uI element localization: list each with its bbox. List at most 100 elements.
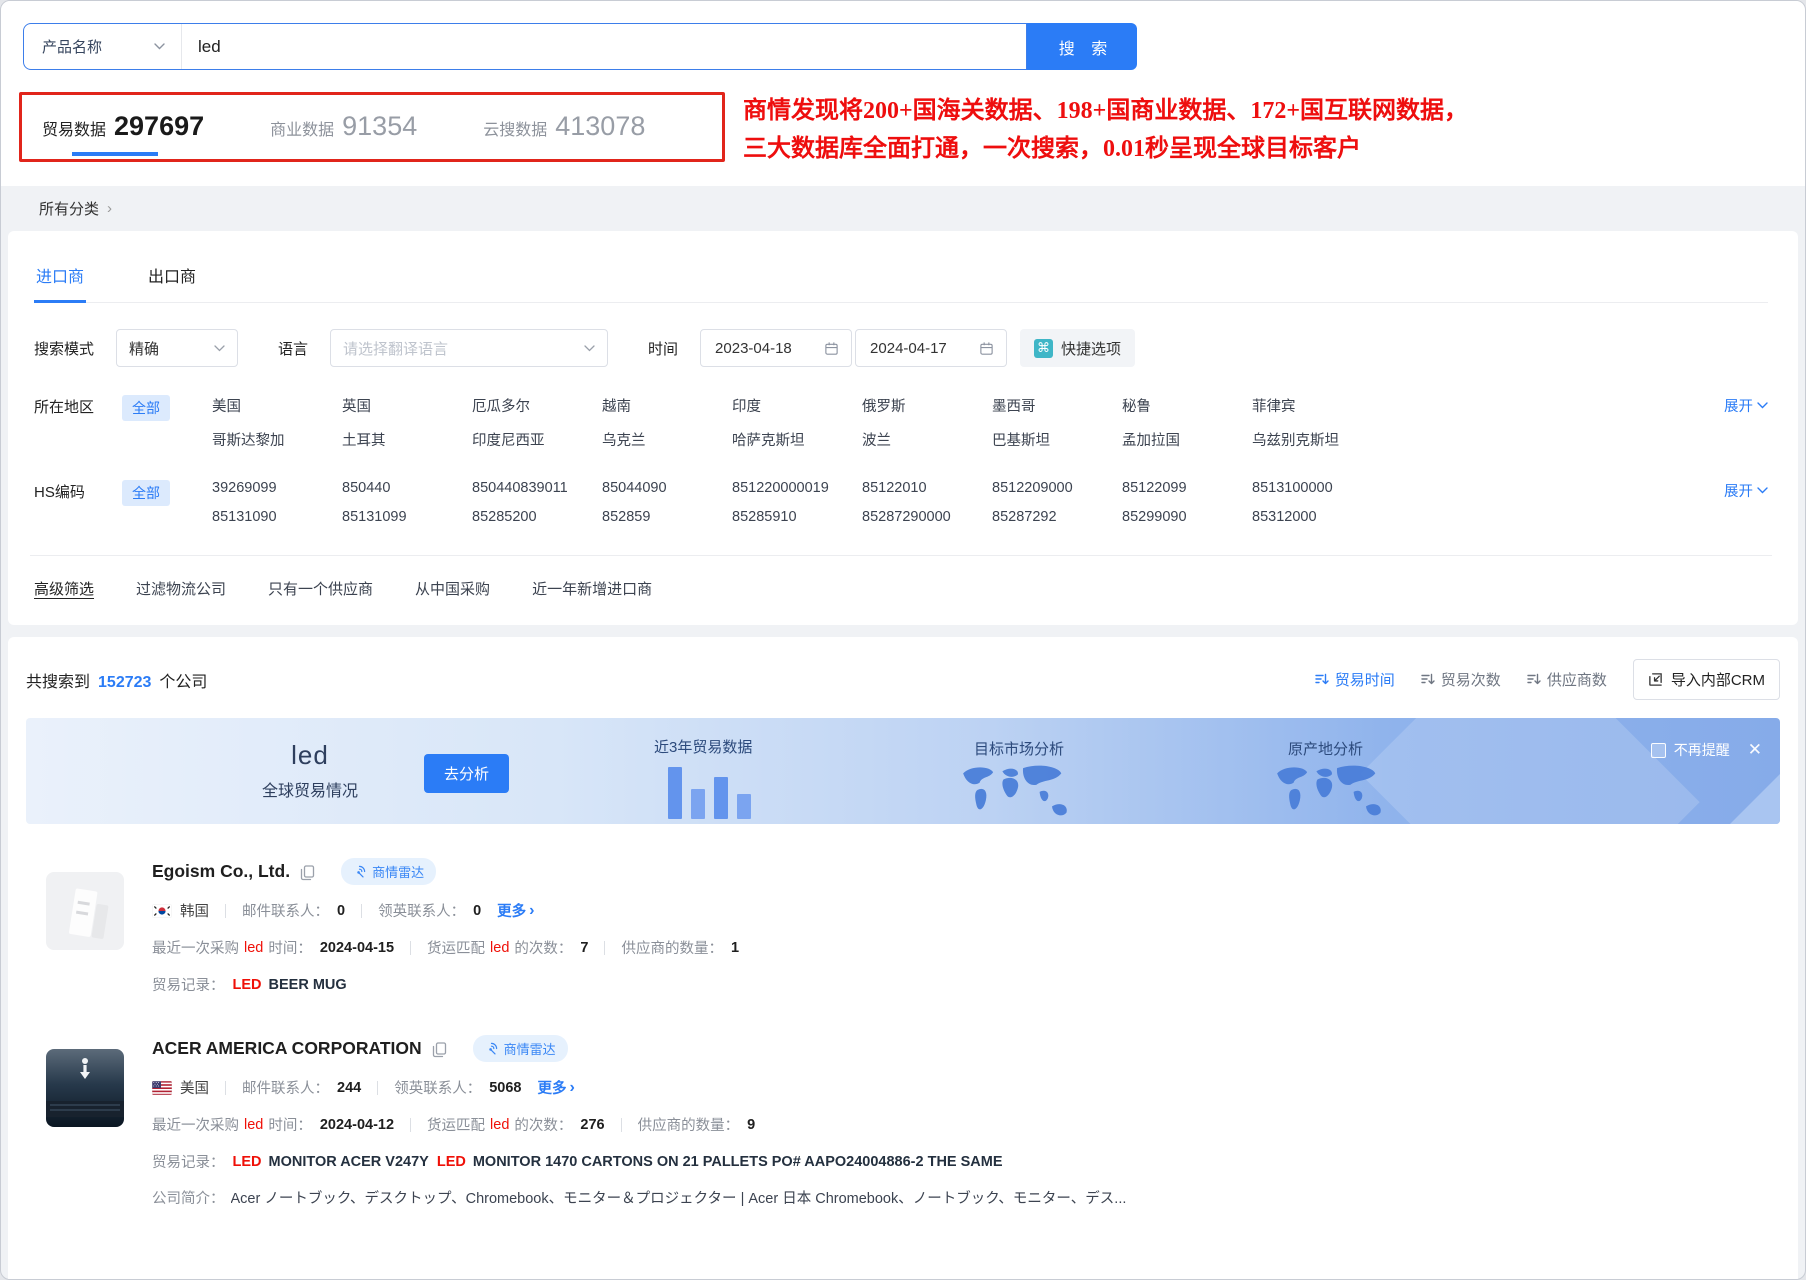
more-link[interactable]: 更多 › bbox=[537, 1077, 574, 1098]
email-contacts-count: 244 bbox=[337, 1080, 361, 1096]
hs-expand-button[interactable]: 展开 bbox=[1724, 480, 1768, 501]
linkedin-contacts-label: 领英联系人： bbox=[378, 900, 465, 921]
tab-importers[interactable]: 进口商 bbox=[34, 253, 86, 302]
annotation-line-1: 商情发现将200+国海关数据、198+国商业数据、172+国互联网数据， bbox=[743, 92, 1468, 130]
copy-icon[interactable] bbox=[300, 865, 315, 881]
sort-supplier-count[interactable]: 供应商数 bbox=[1527, 669, 1607, 690]
radar-badge[interactable]: 商情雷达 bbox=[341, 858, 436, 885]
dismiss-checkbox[interactable] bbox=[1651, 743, 1666, 758]
hs-code-option[interactable]: 85285200 bbox=[472, 509, 602, 525]
hs-code-option[interactable]: 85287290000 bbox=[862, 509, 992, 525]
analyze-button[interactable]: 去分析 bbox=[424, 754, 509, 793]
radar-badge[interactable]: 商情雷达 bbox=[473, 1035, 568, 1062]
data-tab-cloud[interactable]: 云搜数据 413078 bbox=[483, 111, 645, 156]
region-option[interactable]: 英国 bbox=[342, 395, 472, 416]
trade-record-text: MONITOR ACER V247Y bbox=[269, 1154, 429, 1170]
hs-code-option[interactable]: 85312000 bbox=[1252, 509, 1382, 525]
data-tab-business[interactable]: 商业数据 91354 bbox=[270, 111, 417, 156]
region-option[interactable]: 乌克兰 bbox=[602, 429, 732, 450]
hs-code-option[interactable]: 85131099 bbox=[342, 509, 472, 525]
data-tab-trade[interactable]: 贸易数据 297697 bbox=[42, 111, 204, 156]
language-select[interactable]: 请选择翻译语言 bbox=[330, 329, 608, 367]
results-count-value: 152723 bbox=[98, 674, 151, 692]
region-option[interactable]: 越南 bbox=[602, 395, 732, 416]
hs-code-option[interactable]: 850440 bbox=[342, 480, 472, 496]
region-all-option[interactable]: 全部 bbox=[122, 395, 170, 421]
region-option[interactable]: 秘鲁 bbox=[1122, 395, 1252, 416]
keyword-highlight: led bbox=[490, 940, 509, 956]
region-option[interactable]: 波兰 bbox=[862, 429, 992, 450]
hs-code-option[interactable]: 85122010 bbox=[862, 480, 992, 496]
hs-code-option[interactable]: 85131090 bbox=[212, 509, 342, 525]
expand-label: 展开 bbox=[1724, 480, 1753, 501]
more-link[interactable]: 更多 › bbox=[497, 900, 534, 921]
region-option[interactable]: 哥斯达黎加 bbox=[212, 429, 342, 450]
date-to-input[interactable]: 2024-04-17 bbox=[855, 329, 1007, 367]
region-option[interactable]: 孟加拉国 bbox=[1122, 429, 1252, 450]
quick-filter-option[interactable]: 从中国采购 bbox=[415, 578, 490, 599]
dismiss-label[interactable]: 不再提醒 bbox=[1674, 740, 1730, 760]
chevron-down-icon bbox=[214, 345, 225, 352]
hs-code-option[interactable]: 85044090 bbox=[602, 480, 732, 496]
hs-code-option[interactable]: 85122099 bbox=[1122, 480, 1252, 496]
building-image bbox=[46, 872, 124, 950]
hs-code-option[interactable]: 852859 bbox=[602, 509, 732, 525]
hs-code-option[interactable]: 39269099 bbox=[212, 480, 342, 496]
region-option[interactable]: 厄瓜多尔 bbox=[472, 395, 602, 416]
company-thumbnail[interactable] bbox=[46, 872, 124, 950]
region-option[interactable]: 印度 bbox=[732, 395, 862, 416]
import-crm-button[interactable]: 导入内部CRM bbox=[1633, 659, 1780, 700]
hs-code-option[interactable]: 8512209000 bbox=[992, 480, 1122, 496]
hs-code-option[interactable]: 85287292 bbox=[992, 509, 1122, 525]
quick-filter-options: 过滤物流公司 只有一个供应商 从中国采购 近一年新增进口商 bbox=[136, 578, 652, 599]
hs-code-option[interactable]: 851220000019 bbox=[732, 480, 862, 496]
match-prefix: 货运匹配 bbox=[427, 937, 485, 958]
region-option[interactable]: 巴基斯坦 bbox=[992, 429, 1122, 450]
sort-trade-time[interactable]: 贸易时间 bbox=[1315, 669, 1395, 690]
email-contacts-count: 0 bbox=[337, 903, 345, 919]
sort-trade-count[interactable]: 贸易次数 bbox=[1421, 669, 1501, 690]
match-count: 276 bbox=[580, 1117, 604, 1133]
advanced-filter-link[interactable]: 高级筛选 bbox=[34, 578, 94, 599]
search-button[interactable]: 搜 索 bbox=[1027, 23, 1137, 70]
category-select[interactable]: 产品名称 bbox=[24, 24, 182, 69]
region-option[interactable]: 印度尼西亚 bbox=[472, 429, 602, 450]
keyword-highlight: led bbox=[244, 1117, 263, 1133]
company-name[interactable]: Egoism Co., Ltd. bbox=[152, 861, 290, 882]
region-option[interactable]: 乌兹别克斯坦 bbox=[1252, 429, 1382, 450]
region-expand-button[interactable]: 展开 bbox=[1724, 395, 1768, 416]
divider bbox=[604, 941, 605, 955]
quick-filter-option[interactable]: 近一年新增进口商 bbox=[532, 578, 652, 599]
flag-usa-icon bbox=[152, 1081, 172, 1095]
region-option[interactable]: 哈萨克斯坦 bbox=[732, 429, 862, 450]
region-option[interactable]: 菲律宾 bbox=[1252, 395, 1382, 416]
quick-filter-option[interactable]: 过滤物流公司 bbox=[136, 578, 226, 599]
region-option[interactable]: 俄罗斯 bbox=[862, 395, 992, 416]
company-name[interactable]: ACER AMERICA CORPORATION bbox=[152, 1038, 422, 1059]
search-mode-select[interactable]: 精确 bbox=[116, 329, 238, 367]
date-from-input[interactable]: 2023-04-18 bbox=[700, 329, 852, 367]
divider bbox=[361, 904, 362, 918]
supplier-count: 1 bbox=[731, 940, 739, 956]
close-icon[interactable]: ✕ bbox=[1748, 740, 1762, 760]
tab-exporters[interactable]: 出口商 bbox=[146, 253, 198, 302]
search-input[interactable] bbox=[182, 24, 1026, 69]
hs-code-option[interactable]: 85299090 bbox=[1122, 509, 1252, 525]
quick-filter-option[interactable]: 只有一个供应商 bbox=[268, 578, 373, 599]
company-thumbnail[interactable] bbox=[46, 1049, 124, 1127]
sort-icon bbox=[1421, 673, 1435, 686]
hs-all-option[interactable]: 全部 bbox=[122, 480, 170, 506]
hs-code-option[interactable]: 8513100000 bbox=[1252, 480, 1382, 496]
region-option[interactable]: 美国 bbox=[212, 395, 342, 416]
company-card: ACER AMERICA CORPORATION 商情雷达 美国 邮件联系人： … bbox=[8, 1001, 1798, 1214]
region-option[interactable]: 墨西哥 bbox=[992, 395, 1122, 416]
copy-icon[interactable] bbox=[432, 1042, 447, 1058]
quick-options-button[interactable]: ⌘ 快捷选项 bbox=[1020, 329, 1135, 367]
region-option[interactable]: 土耳其 bbox=[342, 429, 472, 450]
hs-code-option[interactable]: 85285910 bbox=[732, 509, 862, 525]
breadcrumb[interactable]: 所有分类 › bbox=[1, 186, 1805, 231]
company-intro-text: Acer ノートブック、デスクトップ、Chromebook、モニター＆プロジェク… bbox=[231, 1187, 1127, 1208]
keyword-highlight: led bbox=[490, 1117, 509, 1133]
hs-code-option[interactable]: 850440839011 bbox=[472, 480, 602, 496]
radar-icon bbox=[353, 865, 366, 878]
